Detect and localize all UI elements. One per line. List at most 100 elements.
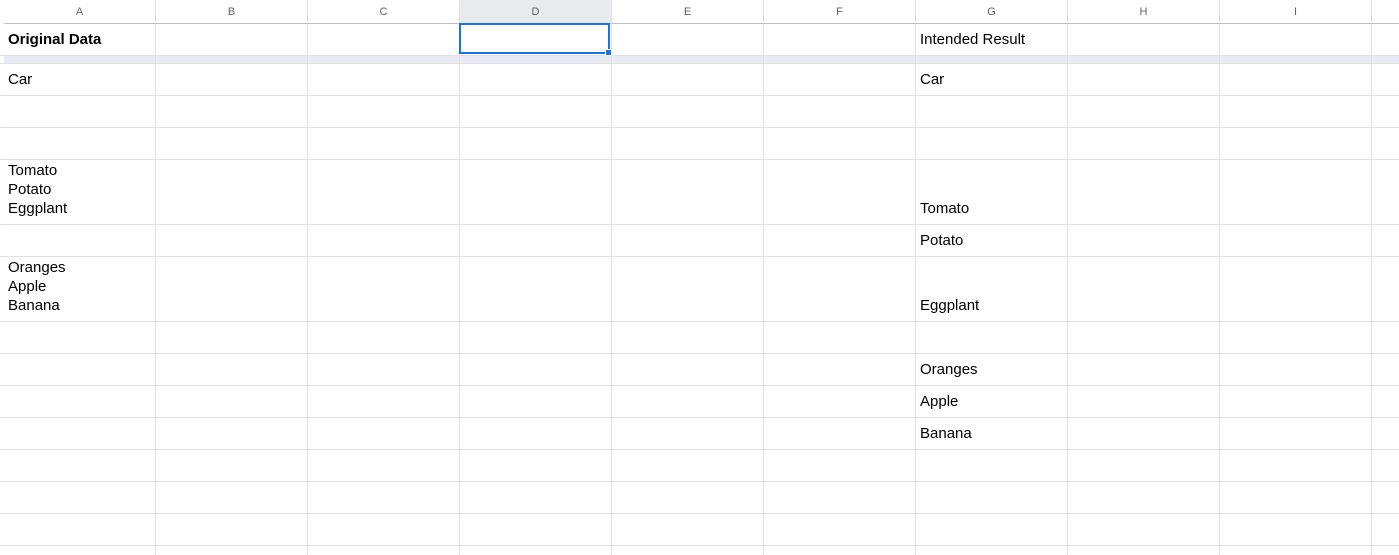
cell-J2[interactable]	[1372, 56, 1399, 64]
cell-H4[interactable]	[1068, 96, 1220, 128]
cell-A12[interactable]	[4, 418, 156, 450]
cell-I15[interactable]	[1220, 514, 1372, 546]
cell-D12[interactable]	[460, 418, 612, 450]
cell-I16[interactable]	[1220, 546, 1372, 555]
cell-G16[interactable]	[916, 546, 1068, 555]
cell-A14[interactable]	[4, 482, 156, 514]
cell-A8[interactable]: Oranges Apple Banana	[4, 257, 156, 322]
cell-H15[interactable]	[1068, 514, 1220, 546]
cell-H6[interactable]	[1068, 160, 1220, 225]
cell-H8[interactable]	[1068, 257, 1220, 322]
cell-C15[interactable]	[308, 514, 460, 546]
cell-B15[interactable]	[156, 514, 308, 546]
cell-J14[interactable]	[1372, 482, 1399, 514]
cell-I3[interactable]	[1220, 64, 1372, 96]
cell-E10[interactable]	[612, 354, 764, 386]
cell-D7[interactable]	[460, 225, 612, 257]
cell-A7[interactable]	[4, 225, 156, 257]
cell-J6[interactable]	[1372, 160, 1399, 225]
cell-F5[interactable]	[764, 128, 916, 160]
cell-H3[interactable]	[1068, 64, 1220, 96]
cell-B2[interactable]	[156, 56, 308, 64]
cell-F13[interactable]	[764, 450, 916, 482]
cell-I6[interactable]	[1220, 160, 1372, 225]
cell-E6[interactable]	[612, 160, 764, 225]
cell-G9[interactable]	[916, 322, 1068, 354]
cell-F12[interactable]	[764, 418, 916, 450]
cell-I2[interactable]	[1220, 56, 1372, 64]
cell-E3[interactable]	[612, 64, 764, 96]
cell-G1[interactable]: Intended Result	[916, 24, 1068, 56]
cell-B16[interactable]	[156, 546, 308, 555]
cell-A15[interactable]	[4, 514, 156, 546]
column-header-A[interactable]: A	[4, 0, 156, 24]
cell-D13[interactable]	[460, 450, 612, 482]
cell-B14[interactable]	[156, 482, 308, 514]
cell-I13[interactable]	[1220, 450, 1372, 482]
cell-A11[interactable]	[4, 386, 156, 418]
cell-F16[interactable]	[764, 546, 916, 555]
cell-G5[interactable]	[916, 128, 1068, 160]
cell-D8[interactable]	[460, 257, 612, 322]
cell-A1[interactable]: Original Data	[4, 24, 156, 56]
cell-F3[interactable]	[764, 64, 916, 96]
column-header-G[interactable]: G	[916, 0, 1068, 24]
cell-C3[interactable]	[308, 64, 460, 96]
cell-E9[interactable]	[612, 322, 764, 354]
cell-I9[interactable]	[1220, 322, 1372, 354]
cell-C10[interactable]	[308, 354, 460, 386]
cell-H1[interactable]	[1068, 24, 1220, 56]
cell-J16[interactable]	[1372, 546, 1399, 555]
cell-D1[interactable]	[460, 24, 612, 56]
cell-D2[interactable]	[460, 56, 612, 64]
cell-E8[interactable]	[612, 257, 764, 322]
cell-E2[interactable]	[612, 56, 764, 64]
cell-G15[interactable]	[916, 514, 1068, 546]
cell-B3[interactable]	[156, 64, 308, 96]
cell-A2[interactable]	[4, 56, 156, 64]
cell-E16[interactable]	[612, 546, 764, 555]
cell-G2[interactable]	[916, 56, 1068, 64]
cell-J15[interactable]	[1372, 514, 1399, 546]
cell-C12[interactable]	[308, 418, 460, 450]
cell-J9[interactable]	[1372, 322, 1399, 354]
cell-H10[interactable]	[1068, 354, 1220, 386]
cell-A4[interactable]	[4, 96, 156, 128]
cell-E11[interactable]	[612, 386, 764, 418]
cell-B12[interactable]	[156, 418, 308, 450]
cell-C8[interactable]	[308, 257, 460, 322]
cell-G4[interactable]	[916, 96, 1068, 128]
cell-G3[interactable]: Car	[916, 64, 1068, 96]
cell-I10[interactable]	[1220, 354, 1372, 386]
cell-E14[interactable]	[612, 482, 764, 514]
cell-F11[interactable]	[764, 386, 916, 418]
cell-F14[interactable]	[764, 482, 916, 514]
column-header-I[interactable]: I	[1220, 0, 1372, 24]
cell-J3[interactable]	[1372, 64, 1399, 96]
cell-H14[interactable]	[1068, 482, 1220, 514]
cell-G14[interactable]	[916, 482, 1068, 514]
cell-D3[interactable]	[460, 64, 612, 96]
cell-B9[interactable]	[156, 322, 308, 354]
column-header-B[interactable]: B	[156, 0, 308, 24]
cell-B1[interactable]	[156, 24, 308, 56]
column-header-F[interactable]: F	[764, 0, 916, 24]
cell-E1[interactable]	[612, 24, 764, 56]
cell-I11[interactable]	[1220, 386, 1372, 418]
cell-A10[interactable]	[4, 354, 156, 386]
cell-F2[interactable]	[764, 56, 916, 64]
cell-H7[interactable]	[1068, 225, 1220, 257]
cell-A3[interactable]: Car	[4, 64, 156, 96]
cell-I8[interactable]	[1220, 257, 1372, 322]
cell-C13[interactable]	[308, 450, 460, 482]
cell-C7[interactable]	[308, 225, 460, 257]
cell-F7[interactable]	[764, 225, 916, 257]
cell-C1[interactable]	[308, 24, 460, 56]
cell-G11[interactable]: Apple	[916, 386, 1068, 418]
cell-J12[interactable]	[1372, 418, 1399, 450]
cell-H2[interactable]	[1068, 56, 1220, 64]
cell-A16[interactable]	[4, 546, 156, 555]
cell-E12[interactable]	[612, 418, 764, 450]
cell-B8[interactable]	[156, 257, 308, 322]
cell-F6[interactable]	[764, 160, 916, 225]
